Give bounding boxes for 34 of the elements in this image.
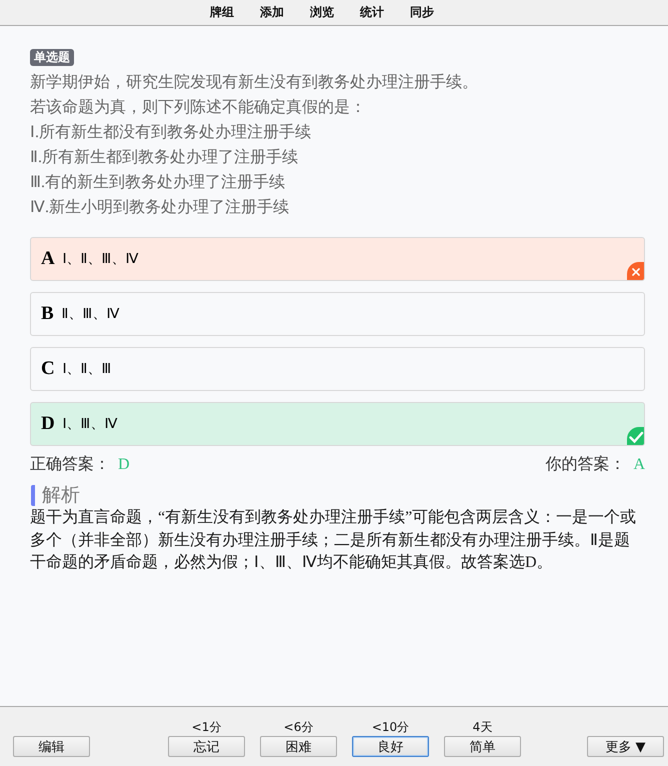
- rating-button[interactable]: 良好: [352, 736, 429, 757]
- edit-button[interactable]: 编辑: [13, 736, 90, 757]
- question-text: Ⅲ.有的新生到教务处办理了注册手续: [30, 172, 286, 193]
- answer-option[interactable]: A Ⅰ、Ⅱ、Ⅲ、Ⅳ: [30, 237, 645, 281]
- question-text: Ⅰ.所有新生都没有到教务处办理注册手续: [30, 122, 312, 143]
- question-text: 若该命题为真，则下列陈述不能确定真假的是：: [30, 98, 367, 118]
- answer-option[interactable]: D Ⅰ、Ⅲ、Ⅳ: [30, 402, 645, 446]
- rating-button[interactable]: 简单: [444, 736, 521, 757]
- interval-label: 4天: [472, 720, 492, 734]
- your-answer-value: A: [633, 456, 645, 473]
- more-button[interactable]: 更多 ▼: [587, 736, 664, 757]
- correct-answer-label: 正确答案：: [30, 456, 110, 473]
- question-type-tag: 单选题: [30, 49, 74, 66]
- menu-item[interactable]: 浏览: [310, 4, 334, 21]
- menu-item[interactable]: 统计: [360, 4, 384, 21]
- explanation-text: 题干为直言命题，“有新生没有到教务处办理注册手续”可能包含两层含义：一是一个或多个（并非全部）新生没有办理注册手续；二是所有新生都没有办理注册手续。Ⅱ是题干命题的矛盾命题，必然为假；Ⅰ、Ⅲ、Ⅳ均不能确矩其真假。故答案选D。: [30, 508, 638, 573]
- rating-button[interactable]: 困难: [260, 736, 337, 757]
- question-text: 新学期伊始，研究生院发现有新生没有到教务处办理注册手续。: [30, 72, 479, 93]
- check-icon: [627, 427, 644, 445]
- interval-label: <1分: [192, 720, 222, 734]
- answer-option[interactable]: C Ⅰ、Ⅱ、Ⅲ: [30, 347, 645, 391]
- question-text: Ⅱ.所有新生都到教务处办理了注册手续: [30, 148, 299, 168]
- question-text: Ⅳ.新生小明到教务处办理了注册手续: [30, 198, 290, 218]
- rating-button[interactable]: 忘记: [168, 736, 245, 757]
- answer-option[interactable]: B Ⅱ、Ⅲ、Ⅳ: [30, 292, 645, 336]
- cross-icon: [627, 262, 644, 280]
- interval-label: <6分: [284, 720, 314, 734]
- your-answer-label: 你的答案：: [545, 456, 626, 473]
- menu-item[interactable]: 同步: [410, 4, 434, 21]
- interval-label: <10分: [372, 720, 410, 734]
- explanation-heading: 解析: [31, 485, 80, 506]
- correct-answer-value: D: [118, 456, 130, 473]
- menu-item[interactable]: 牌组: [210, 4, 234, 21]
- menu-item[interactable]: 添加: [260, 4, 284, 21]
